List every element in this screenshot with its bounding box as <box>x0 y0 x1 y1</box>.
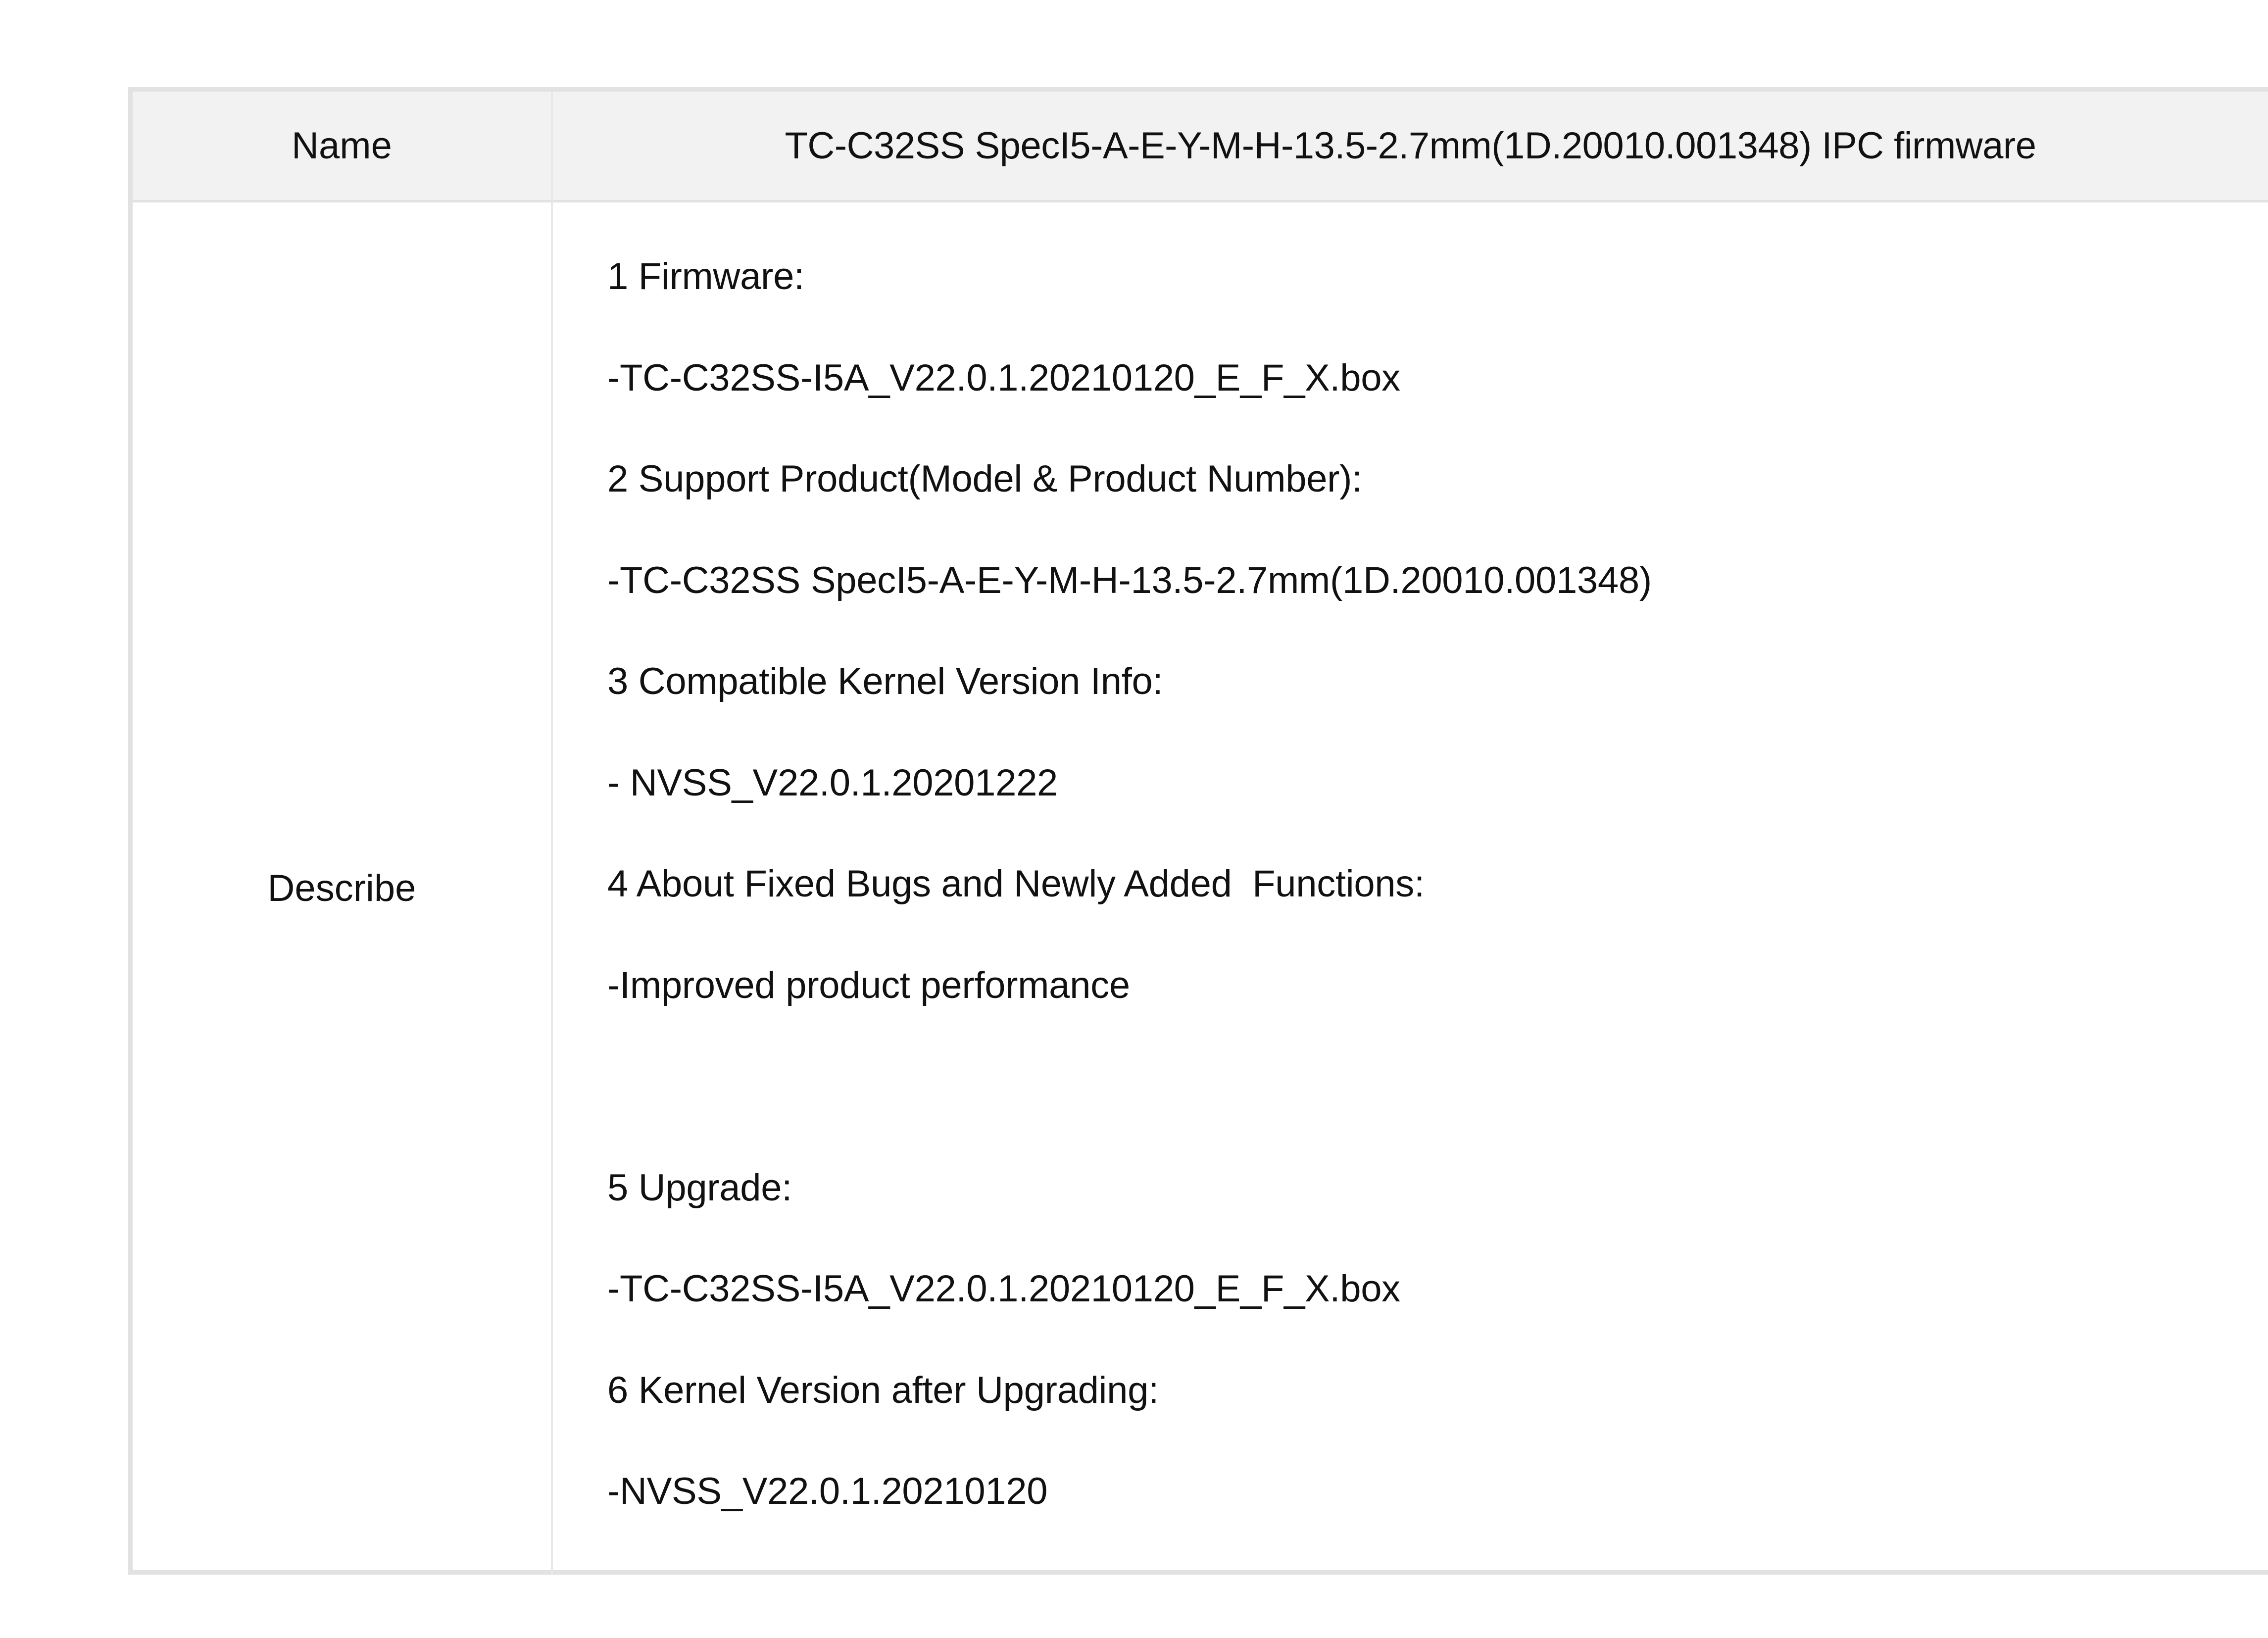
describe-value-cell: 1 Firmware: -TC-C32SS-I5A_V22.0.1.202101… <box>553 202 2268 1574</box>
describe-line-bugs-heading: 4 About Fixed Bugs and Newly Added Funct… <box>607 863 1425 905</box>
describe-line-kernel-heading: 3 Compatible Kernel Version Info: <box>607 660 1163 702</box>
describe-line-blank <box>607 1068 2268 1169</box>
describe-line-bugs-detail: -Improved product performance <box>607 964 1130 1006</box>
describe-line-support-product: -TC-C32SS SpecI5-A-E-Y-M-H-13.5-2.7mm(1D… <box>607 559 1652 601</box>
describe-line-kernel-version: - NVSS_V22.0.1.20201222 <box>607 761 1058 804</box>
describe-line-upgrade-heading: 5 Upgrade: <box>607 1166 792 1209</box>
name-label: Name <box>292 125 392 167</box>
firmware-info-table: Name TC-C32SS SpecI5-A-E-Y-M-H-13.5-2.7m… <box>128 87 2268 1575</box>
describe-line-upgrade-file: -TC-C32SS-I5A_V22.0.1.20210120_E_F_X.box <box>607 1268 1400 1310</box>
name-value-cell: TC-C32SS SpecI5-A-E-Y-M-H-13.5-2.7mm(1D.… <box>553 92 2268 202</box>
describe-label-cell: Describe <box>133 202 553 1574</box>
describe-line-firmware-file: -TC-C32SS-I5A_V22.0.1.20210120_E_F_X.box <box>607 356 1400 399</box>
describe-label: Describe <box>267 867 416 909</box>
describe-line-kernel-after-heading: 6 Kernel Version after Upgrading: <box>607 1369 1159 1411</box>
describe-line-kernel-after-version: -NVSS_V22.0.1.20210120 <box>607 1470 1048 1512</box>
describe-line-support-heading: 2 Support Product(Model & Product Number… <box>607 458 1362 500</box>
firmware-name: TC-C32SS SpecI5-A-E-Y-M-H-13.5-2.7mm(1D.… <box>785 125 2037 167</box>
name-label-cell: Name <box>133 92 553 202</box>
describe-line-firmware-heading: 1 Firmware: <box>607 255 804 298</box>
